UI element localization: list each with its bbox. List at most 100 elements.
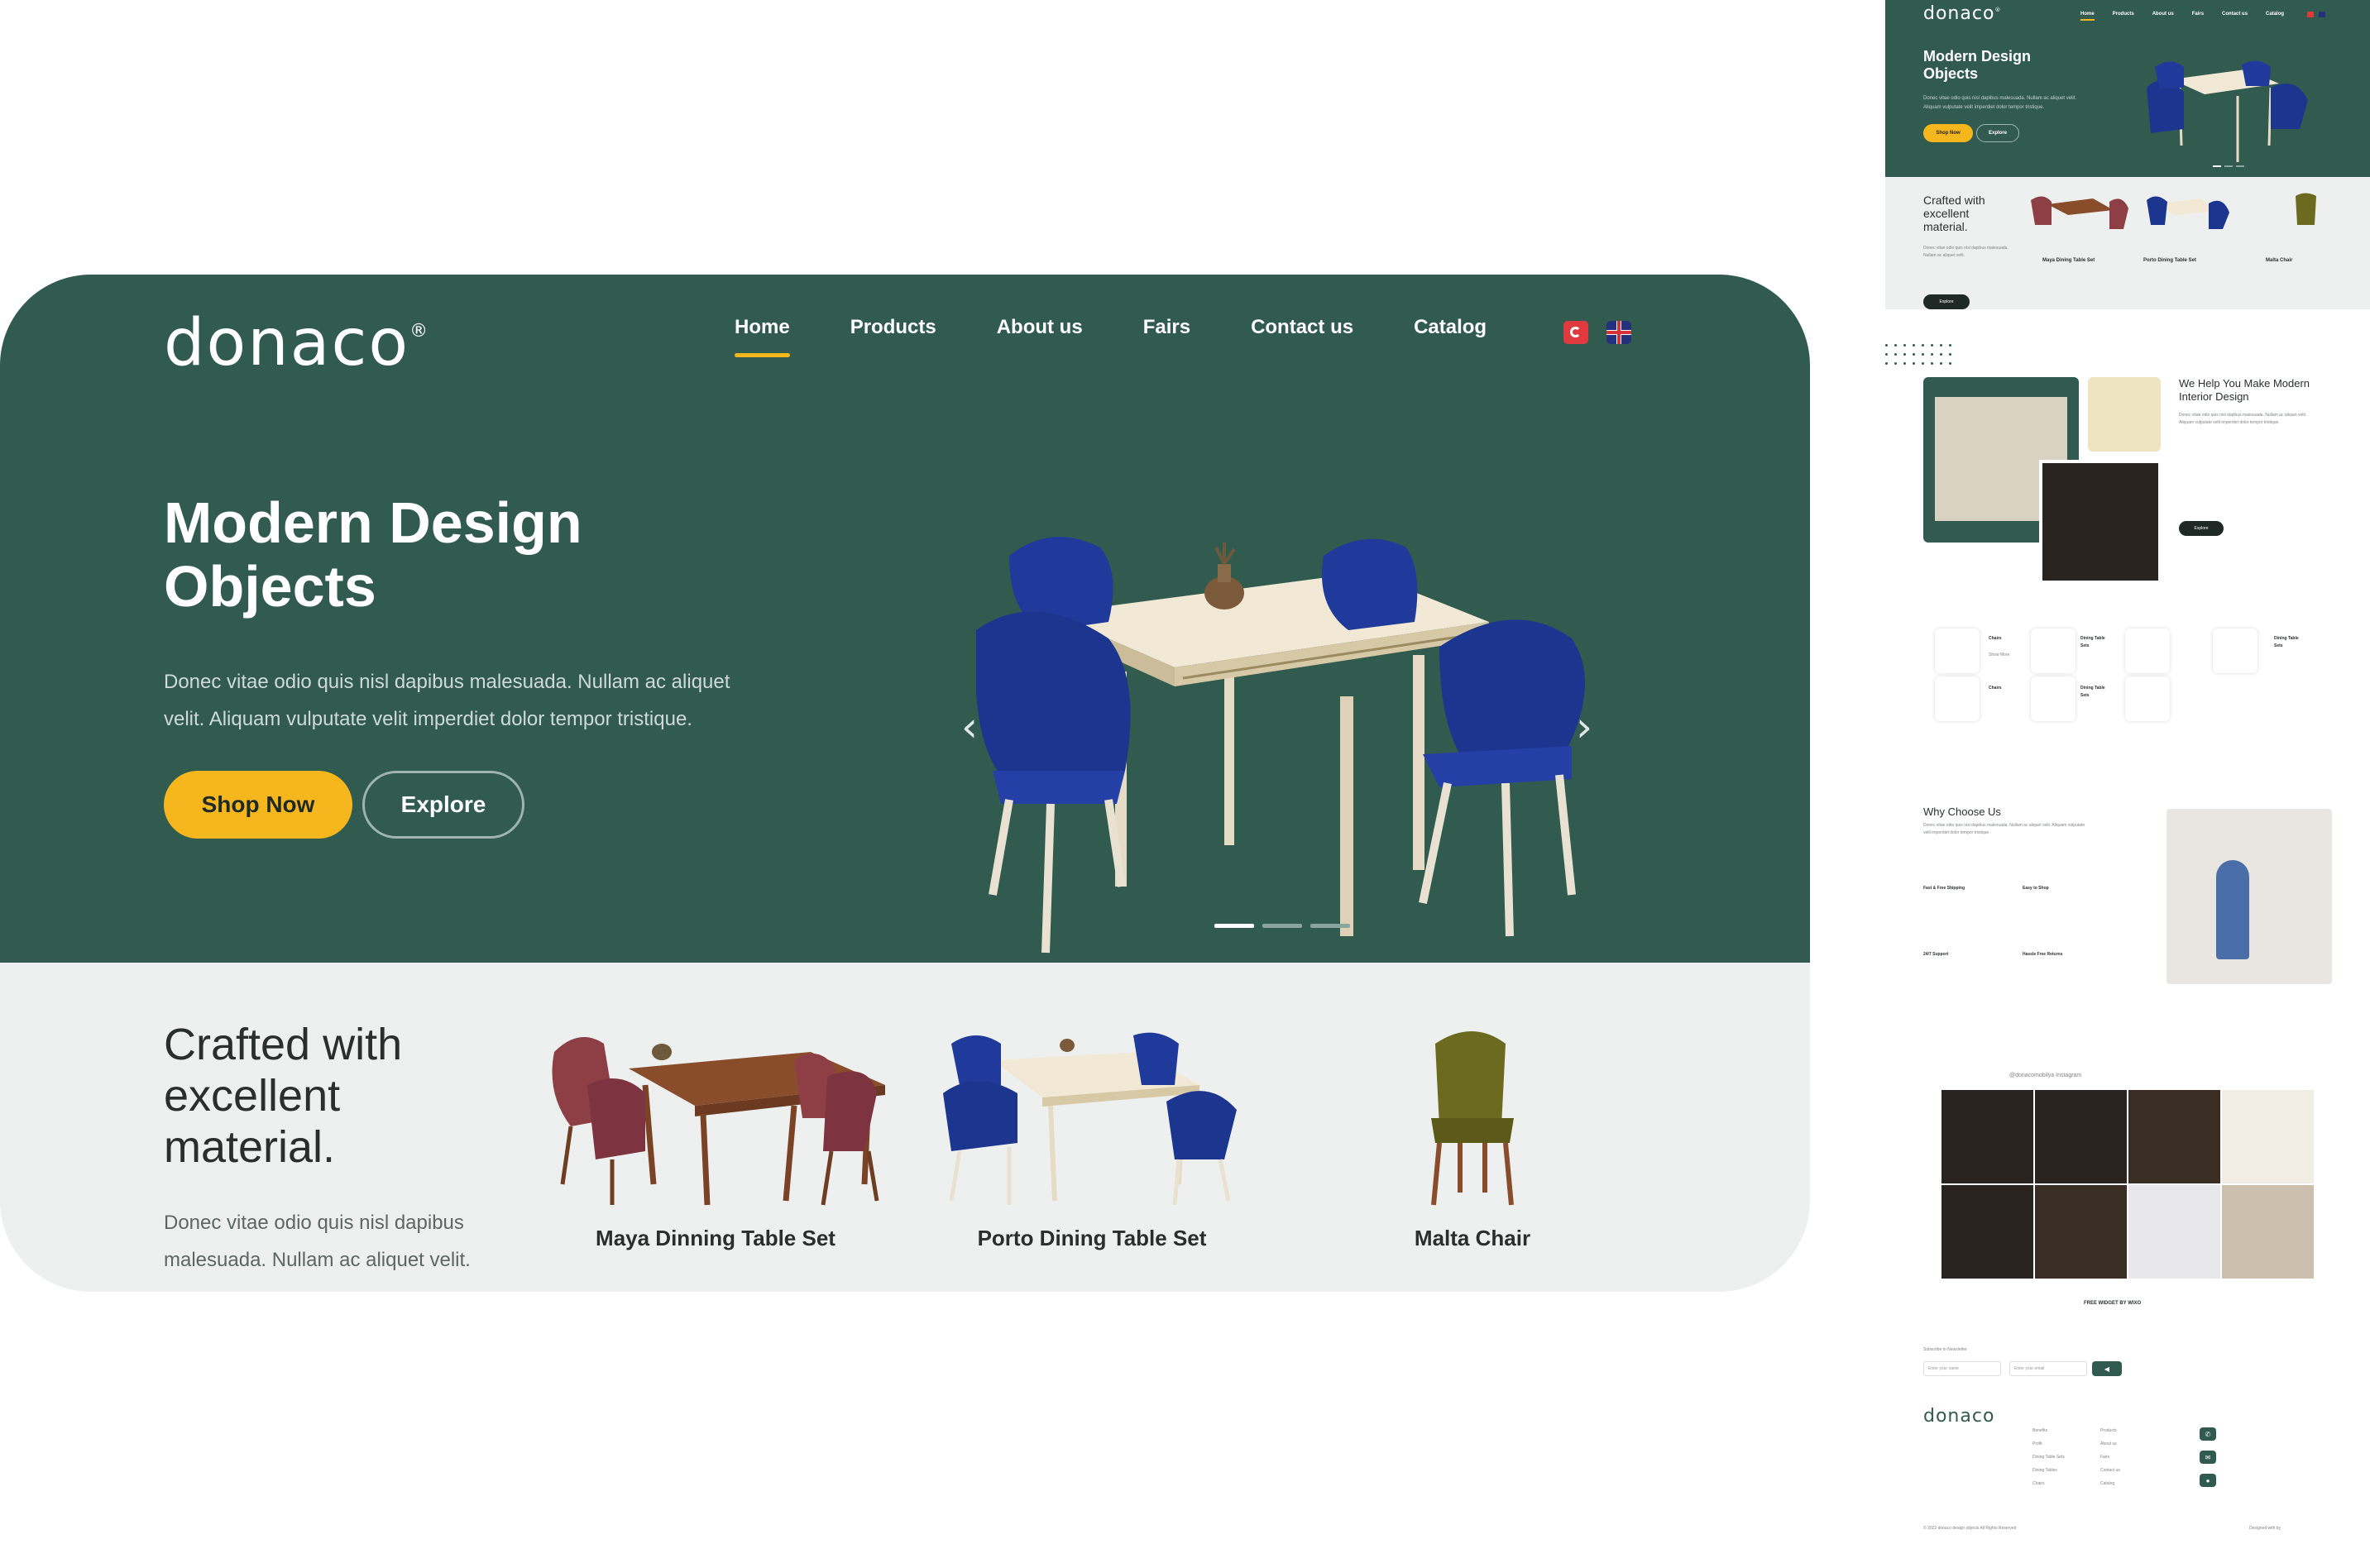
preview-nav-item: Contact us (2222, 12, 2248, 17)
english-flag-icon[interactable] (1606, 321, 1631, 344)
preview-show-more: Show More (1989, 653, 2010, 657)
preview-why-chair (2216, 860, 2249, 959)
crafted-title: Crafted with excellent material. (164, 1020, 403, 1172)
preview-category-title: Dining Table Sets (2274, 636, 2299, 648)
preview-hero-title: Modern Design Objects (1923, 48, 2032, 82)
preview-why-text: Donec vitae odio quis nisl dapibus males… (1923, 823, 2085, 835)
preview-footer-links-1: Chairs (2032, 1481, 2045, 1486)
preview-interior-text: Donec vitae odio quis nisl dapibus males… (2179, 413, 2307, 425)
preview-crafted-title: Crafted with excellent material. (1923, 194, 1985, 233)
preview-product-caption: Porto Dining Table Set (2143, 258, 2196, 263)
hero-section: donaco® Home Products About us Fairs Con… (0, 275, 1810, 963)
preview-nav: Home Products About us Fairs Contact us … (2080, 12, 2284, 21)
slider-dot[interactable] (1310, 924, 1350, 928)
crafted-description: Donec vitae odio quis nisl dapibus males… (164, 1212, 471, 1271)
preview-footer-links-2: Catalog (2100, 1481, 2115, 1486)
preview-feature-title: Easy to Shop (2023, 886, 2049, 891)
preview-why-photo (2167, 809, 2332, 984)
product-name[interactable]: Maya Dinning Table Set (529, 1226, 902, 1251)
preview-category-title: Chairs (1989, 636, 2002, 641)
preview-uk-flag-icon (2319, 12, 2325, 17)
desktop-mockup: donaco® Home Products About us Fairs Con… (0, 275, 1810, 1292)
preview-product-caption: Malta Chair (2266, 258, 2293, 263)
preview-category-card (2125, 629, 2170, 673)
preview-interior-photo-2 (2088, 377, 2161, 452)
preview-footer-links-1: Benefits (2032, 1428, 2048, 1433)
preview-logo: donaco® (1923, 3, 2002, 24)
nav-contact[interactable]: Contact us (1251, 316, 1353, 339)
preview-interior-explore: Explore (2179, 521, 2224, 536)
preview-email-input: Enter your email (2009, 1361, 2087, 1376)
slider-dot[interactable] (1262, 924, 1302, 928)
preview-copyright: © 2022 donaco design objects All Rights … (1923, 1526, 2017, 1531)
slider-pagination (1214, 924, 1350, 928)
preview-instagram-grid (1941, 1090, 2314, 1279)
nav-about[interactable]: About us (997, 316, 1083, 339)
malta-chair-image (1431, 1031, 1514, 1206)
preview-category-card (2125, 676, 2170, 721)
hero-title: Modern Design Objects (164, 490, 582, 619)
preview-explore-button: Explore (1976, 124, 2019, 142)
preview-dot-pattern (1885, 344, 1951, 365)
preview-product-caption: Maya Dining Table Set (2042, 258, 2095, 263)
main-nav: Home Products About us Fairs Contact us … (735, 316, 1547, 357)
nav-fairs[interactable]: Fairs (1143, 316, 1190, 339)
preview-footer-links-2: Products (2100, 1428, 2117, 1433)
product-name[interactable]: Malta Chair (1348, 1226, 1597, 1251)
preview-send-icon: ◀ (2092, 1361, 2122, 1376)
preview-category-card (2031, 676, 2076, 721)
brand-logo[interactable]: donaco® (164, 306, 429, 380)
turkish-flag-icon[interactable] (1563, 321, 1588, 344)
preview-category-card (2213, 629, 2257, 673)
nav-home[interactable]: Home (735, 316, 790, 357)
preview-category-title: Dining Table Sets (2080, 686, 2105, 698)
preview-footer-links-2: About us (2100, 1441, 2117, 1446)
slider-prev-arrow-icon[interactable]: ‹ (961, 703, 978, 751)
preview-category-card (2031, 629, 2076, 673)
preview-footer-links-1: Dining Table Sets (2032, 1455, 2065, 1460)
product-card[interactable]: Malta Chair (1348, 1027, 1597, 1251)
hero-dining-set-image (976, 537, 1585, 954)
preview-category-title: Chairs (1989, 686, 2002, 691)
preview-mail-icon: ✉ (2200, 1451, 2216, 1464)
preview-phone-icon: ✆ (2200, 1427, 2216, 1441)
preview-nav-item: About us (2152, 12, 2174, 17)
preview-location-icon: ● (2200, 1474, 2216, 1487)
preview-nav-item: Catalog (2266, 12, 2285, 17)
product-card[interactable]: Maya Dinning Table Set (529, 1027, 902, 1251)
preview-crafted-text: Donec vitae odio quis nisl dapibus males… (1923, 246, 2009, 258)
preview-name-input: Enter your name (1923, 1361, 2001, 1376)
nav-catalog[interactable]: Catalog (1414, 316, 1487, 339)
preview-hero: donaco® Home Products About us Fairs Con… (1885, 0, 2370, 177)
preview-nav-item: Products (2112, 12, 2134, 17)
preview-hero-image (2147, 60, 2308, 167)
preview-newsletter-label: Subscribe to Newsletter (1923, 1347, 1967, 1352)
preview-why-title: Why Choose Us (1923, 806, 2001, 818)
preview-interior-title: We Help You Make Modern Interior Design (2179, 377, 2310, 403)
product-name[interactable]: Porto Dining Table Set (918, 1226, 1266, 1251)
preview-footer-logo: donaco (1923, 1406, 1995, 1427)
preview-hero-text: Donec vitae odio quis nisl dapibus males… (1923, 96, 2077, 110)
preview-footer-links-2: Fairs (2100, 1455, 2110, 1460)
preview-category-card (1935, 676, 1980, 721)
preview-flags (2307, 12, 2325, 17)
preview-interior-photo-3 (2039, 460, 2162, 584)
preview-footer-links-1: Profit (2032, 1441, 2042, 1446)
preview-feature-title: Fast & Free Shipping (1923, 886, 1965, 891)
shop-now-button[interactable]: Shop Now (164, 771, 352, 839)
nav-products[interactable]: Products (850, 316, 936, 339)
preview-nav-item: Home (2080, 12, 2095, 21)
slider-dot[interactable] (1214, 924, 1254, 928)
preview-category-title: Dining Table Sets (2080, 636, 2105, 648)
preview-crafted-explore: Explore (1923, 294, 1970, 309)
slider-next-arrow-icon[interactable]: › (1576, 703, 1592, 751)
preview-footer-links-1: Dining Tables (2032, 1468, 2057, 1473)
maya-dining-set-image (552, 1037, 885, 1206)
explore-button[interactable]: Explore (362, 771, 524, 839)
product-card[interactable]: Porto Dining Table Set (918, 1027, 1266, 1251)
crafted-section: Crafted with excellent material. Donec v… (0, 963, 1810, 1292)
preview-footer-links-2: Contact us (2100, 1468, 2120, 1473)
full-page-preview: donaco® Home Products About us Fairs Con… (1885, 0, 2370, 1568)
preview-tr-flag-icon (2307, 12, 2314, 17)
preview-designed-by: Designed with by (2249, 1526, 2281, 1531)
